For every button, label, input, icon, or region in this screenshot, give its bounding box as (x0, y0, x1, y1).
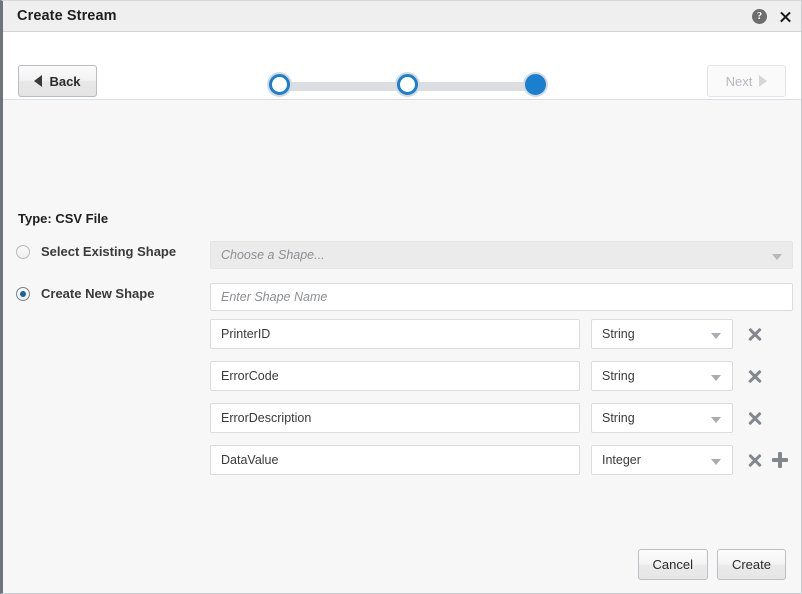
chevron-down-icon (711, 459, 721, 465)
back-button[interactable]: Back (18, 65, 97, 97)
create-stream-dialog: Create Stream ? Back Source Details Type… (0, 0, 802, 594)
field-row: String (210, 403, 793, 433)
chevron-down-icon (711, 333, 721, 339)
add-field-icon[interactable] (772, 452, 788, 468)
dialog-titlebar: Create Stream ? (3, 1, 801, 32)
field-row: String (210, 319, 793, 349)
remove-field-icon[interactable] (747, 368, 763, 384)
remove-field-icon[interactable] (747, 410, 763, 426)
create-button[interactable]: Create (716, 549, 786, 580)
existing-shape-dropdown-placeholder: Choose a Shape... (221, 248, 325, 262)
dialog-title: Create Stream (17, 8, 117, 24)
field-type-dropdown[interactable]: Integer (591, 445, 733, 475)
field-row: Integer (210, 445, 793, 475)
step-dot-type-properties[interactable] (396, 74, 418, 95)
new-shape-name-input[interactable] (210, 283, 793, 311)
remove-field-icon[interactable] (747, 452, 763, 468)
back-button-label: Back (49, 73, 81, 89)
dialog-content: Type: CSV File Select Existing Shape Cre… (3, 100, 801, 593)
chevron-right-icon (759, 75, 768, 87)
chevron-down-icon (772, 254, 782, 260)
field-type-dropdown[interactable]: String (591, 403, 733, 433)
chevron-left-icon (34, 75, 43, 87)
cancel-button[interactable]: Cancel (637, 549, 708, 580)
radio-create-new-shape[interactable] (16, 286, 30, 301)
field-type-dropdown[interactable]: String (591, 361, 733, 391)
option-create-new-shape[interactable]: Create New Shape (16, 286, 154, 301)
chevron-down-icon (711, 417, 721, 423)
titlebar-actions: ? (752, 1, 792, 32)
next-button[interactable]: Next (707, 65, 786, 97)
type-label: Type: CSV File (18, 211, 109, 226)
step-dot-source-details[interactable] (268, 74, 290, 95)
field-type-value: String (602, 327, 635, 341)
radio-select-existing-shape[interactable] (16, 244, 30, 259)
help-icon[interactable]: ? (752, 9, 767, 24)
step-dot-shape[interactable] (524, 74, 546, 95)
option-label-select-existing-shape: Select Existing Shape (41, 244, 177, 259)
option-label-create-new-shape: Create New Shape (41, 286, 155, 301)
field-name-input[interactable] (210, 403, 580, 433)
dialog-footer: Cancel Create (637, 549, 786, 580)
field-type-value: Integer (602, 453, 641, 467)
remove-field-icon[interactable] (747, 326, 763, 342)
option-select-existing-shape[interactable]: Select Existing Shape (16, 244, 176, 259)
field-name-input[interactable] (210, 361, 580, 391)
field-name-input[interactable] (210, 319, 580, 349)
close-icon[interactable] (778, 10, 792, 24)
field-name-input[interactable] (210, 445, 580, 475)
field-type-value: String (602, 411, 635, 425)
next-button-label: Next (725, 73, 753, 89)
chevron-down-icon (711, 375, 721, 381)
field-type-value: String (602, 369, 635, 383)
wizard-toolbar: Back Source Details Type Properties Shap… (3, 32, 801, 114)
field-row: String (210, 361, 793, 391)
existing-shape-dropdown[interactable]: Choose a Shape... (210, 241, 793, 269)
field-type-dropdown[interactable]: String (591, 319, 733, 349)
